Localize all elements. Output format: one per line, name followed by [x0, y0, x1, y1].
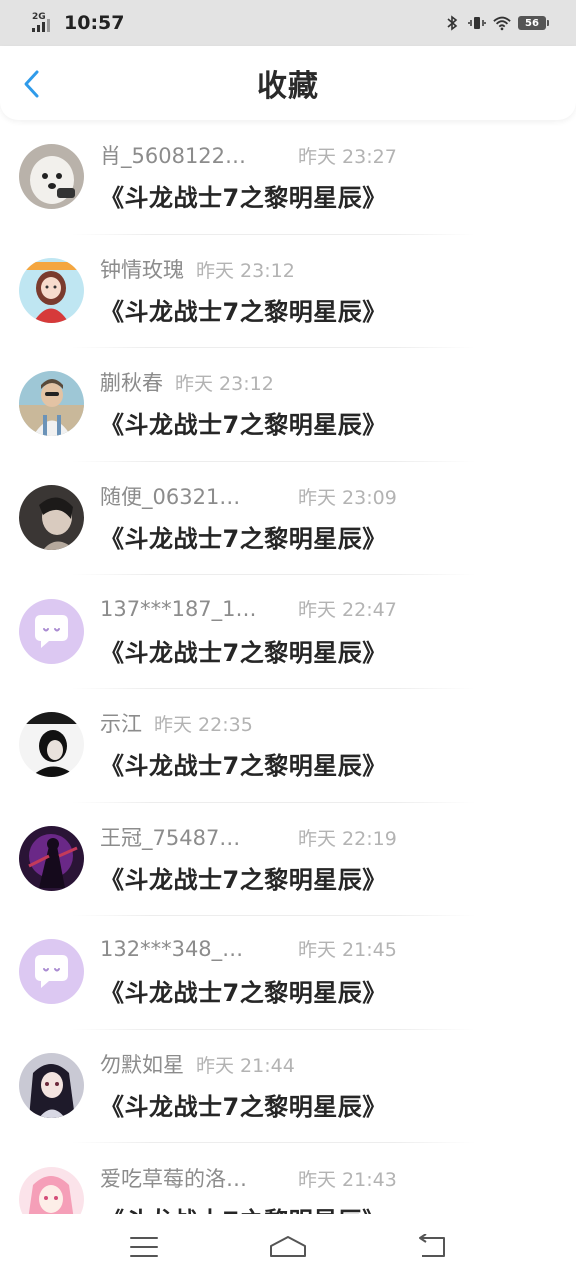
dark-photo-avatar[interactable] [19, 485, 84, 551]
signal-icon: 2G [32, 12, 56, 34]
status-icons: 56 [443, 14, 549, 32]
favorite-item[interactable]: 肖_5608122… 昨天 23:27 《斗龙战士7之黎明星辰》 [0, 120, 576, 234]
white-dog-avatar[interactable] [19, 144, 84, 210]
page-title: 收藏 [257, 69, 319, 104]
favorite-item[interactable]: 示江 昨天 22:35 《斗龙战士7之黎明星辰》 [0, 687, 576, 802]
favorite-timestamp: 昨天 23:12 [196, 259, 295, 282]
status-time: 10:57 [64, 12, 125, 34]
chevron-left-icon [24, 70, 39, 98]
favorite-title: 《斗龙战士7之黎明星辰》 [100, 297, 387, 326]
user-name: 爱吃草莓的洛… [100, 1166, 247, 1191]
favorite-item[interactable]: 爱吃草莓的洛… 昨天 21:43 《斗龙战士7之黎明星辰》 [0, 1142, 576, 1214]
favorites-list[interactable]: 肖_5608122… 昨天 23:27 《斗龙战士7之黎明星辰》 钟情玫瑰 昨天… [0, 120, 576, 1214]
favorite-item[interactable]: 勿默如星 昨天 21:44 《斗龙战士7之黎明星辰》 [0, 1028, 576, 1143]
user-name: 钟情玫瑰 [100, 257, 184, 282]
back-nav-button[interactable] [402, 1227, 462, 1267]
favorite-title: 《斗龙战士7之黎明星辰》 [100, 1201, 397, 1214]
back-button[interactable] [14, 66, 50, 102]
favorite-title: 《斗龙战士7之黎明星辰》 [100, 752, 387, 781]
favorite-timestamp: 昨天 22:19 [298, 827, 397, 850]
favorite-item[interactable]: 137***187_1… 昨天 22:47 《斗龙战士7之黎明星辰》 [0, 574, 576, 688]
favorite-item[interactable]: 随便_06321… 昨天 23:09 《斗龙战士7之黎明星辰》 [0, 460, 576, 575]
favorite-title: 《斗龙战士7之黎明星辰》 [100, 184, 387, 213]
menu-button[interactable] [114, 1227, 174, 1267]
favorite-item[interactable]: 蒯秋春 昨天 23:12 《斗龙战士7之黎明星辰》 [0, 347, 576, 461]
favorite-title: 《斗龙战士7之黎明星辰》 [100, 979, 387, 1008]
favorites-screen: 2G 10:57 56 收藏 肖_5608122… 昨天 23:27 《斗龙战士… [0, 0, 576, 1280]
favorite-timestamp: 昨天 21:43 [298, 1168, 397, 1191]
dark-figure-avatar[interactable] [19, 712, 84, 778]
favorite-timestamp: 昨天 22:35 [154, 714, 253, 737]
favorite-timestamp: 昨天 23:12 [175, 373, 274, 396]
favorite-title: 《斗龙战士7之黎明星辰》 [100, 638, 387, 667]
system-nav-bar [0, 1214, 576, 1280]
user-name: 勿默如星 [100, 1053, 184, 1078]
anime-girl-pink-avatar[interactable] [19, 1166, 84, 1214]
vibrate-icon [468, 14, 486, 32]
favorite-title: 《斗龙战士7之黎明星辰》 [100, 1093, 387, 1122]
user-name: 肖_5608122… [100, 144, 247, 169]
favorite-title: 《斗龙战士7之黎明星辰》 [100, 411, 387, 440]
favorite-item[interactable]: 王冠_75487… 昨天 22:19 《斗龙战士7之黎明星辰》 [0, 801, 576, 916]
favorite-timestamp: 昨天 22:47 [298, 598, 397, 621]
favorite-item[interactable]: 132***348_… 昨天 21:45 《斗龙战士7之黎明星辰》 [0, 915, 576, 1029]
favorite-timestamp: 昨天 23:27 [298, 146, 397, 169]
user-name: 137***187_1… [100, 596, 257, 621]
status-bar: 2G 10:57 56 [0, 0, 576, 46]
bluetooth-icon [443, 14, 461, 32]
network-type: 2G [32, 12, 46, 22]
home-icon [270, 1236, 306, 1257]
battery-indicator: 56 [518, 16, 549, 30]
menu-icon [130, 1237, 158, 1257]
user-name: 示江 [100, 712, 142, 737]
default-chat-avatar[interactable] [19, 939, 84, 1005]
anime-girl-red-avatar[interactable] [19, 257, 84, 323]
user-name: 王冠_75487… [100, 825, 241, 850]
favorite-timestamp: 昨天 21:44 [196, 1055, 295, 1078]
favorite-item[interactable]: 钟情玫瑰 昨天 23:12 《斗龙战士7之黎明星辰》 [0, 233, 576, 348]
wifi-icon [493, 14, 511, 32]
back-return-icon [419, 1234, 445, 1257]
anime-girl-dark-avatar[interactable] [19, 1053, 84, 1119]
boy-beach-avatar[interactable] [19, 371, 84, 437]
default-chat-avatar[interactable] [19, 598, 84, 664]
user-name: 132***348_… [100, 937, 244, 962]
favorite-timestamp: 昨天 21:45 [298, 939, 397, 962]
favorite-title: 《斗龙战士7之黎明星辰》 [100, 865, 387, 894]
home-button[interactable] [258, 1227, 318, 1267]
favorite-timestamp: 昨天 23:09 [298, 487, 397, 510]
user-name: 蒯秋春 [100, 371, 163, 396]
favorite-title: 《斗龙战士7之黎明星辰》 [100, 525, 387, 554]
purple-warrior-avatar[interactable] [19, 825, 84, 891]
page-header: 收藏 [0, 46, 576, 120]
user-name: 随便_06321… [100, 485, 241, 510]
